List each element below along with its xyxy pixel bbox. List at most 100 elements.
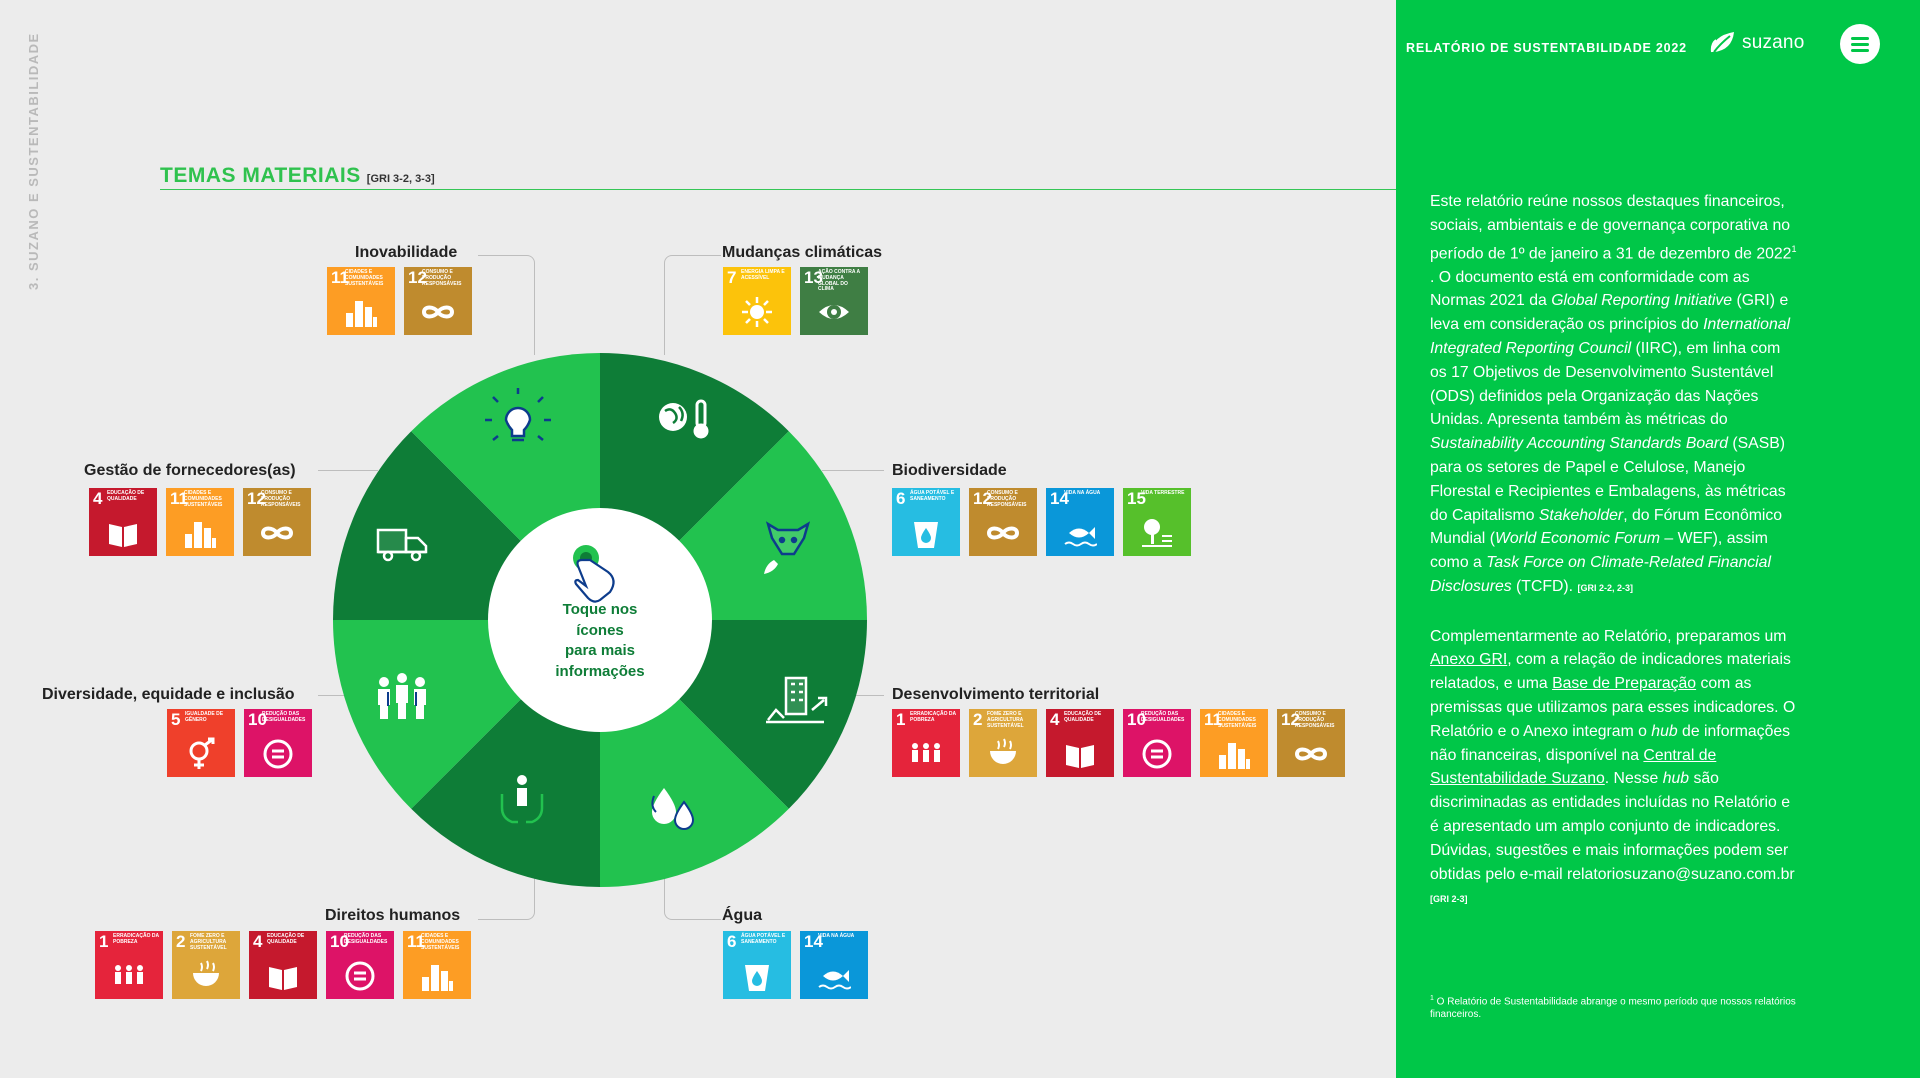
ods-11-icon — [346, 301, 377, 327]
ods-label: ERRADICAÇÃO DA POBREZA — [910, 711, 956, 723]
logo-wordmark: suzano — [1742, 32, 1805, 53]
ods-label: REDUÇÃO DAS DESIGUALDADES — [344, 933, 388, 945]
ods-number: 4 — [1050, 710, 1060, 729]
ods-label: CIDADES E COMUNIDADES SUSTENTÁVEIS — [421, 933, 460, 951]
ods-14-icon — [818, 970, 851, 990]
ods-1-icon — [115, 965, 143, 984]
ods-label: REDUÇÃO DAS DESIGUALDADES — [1141, 711, 1185, 723]
ods-4-icon — [269, 967, 297, 990]
ods-label: VIDA NA ÁGUA — [818, 933, 855, 939]
ods-row-mudancas: 7 ENERGIA LIMPA E ACESSÍVEL 13 AÇÃO CONTRA… — [723, 267, 868, 335]
ods-tile-4[interactable]: 4 EDUCAÇÃO DE QUALIDADE — [249, 931, 317, 999]
ods-14-icon — [1064, 527, 1097, 547]
theme-title-diversidade: Diversidade, equidade e inclusão — [42, 686, 295, 703]
ods-12-icon — [1294, 747, 1328, 761]
ods-12-icon — [421, 305, 455, 319]
ods-label: EDUCAÇÃO DE QUALIDADE — [107, 490, 145, 502]
ods-6-icon — [745, 965, 769, 991]
ods-row-territorial: 1 ERRADICAÇÃO DA POBREZA 2 FOME ZERO E AGR… — [892, 709, 1345, 777]
ods-12-icon — [260, 526, 294, 540]
ods-4-icon — [109, 524, 137, 547]
ods-label: ERRADICAÇÃO DA POBREZA — [113, 933, 159, 945]
ods-label: CONSUMO E PRODUÇÃO RESPONSÁVEIS — [261, 490, 301, 508]
ods-tile-11[interactable]: 11 CIDADES E COMUNIDADES SUSTENTÁVEIS — [403, 931, 471, 999]
ods-number: 1 — [99, 932, 109, 951]
footnote: 1 O Relatório de Sustentabilidade abrang… — [1430, 995, 1796, 1020]
ods-tile-13[interactable]: 13 AÇÃO CONTRA A MUDANÇA GLOBAL DO CLIMA — [800, 267, 868, 335]
theme-title-biodiversidade: Biodiversidade — [892, 462, 1007, 479]
ods-4-icon — [1066, 745, 1094, 768]
ods-10-icon — [1142, 739, 1172, 769]
ods-tile-4[interactable]: 4 EDUCAÇÃO DE QUALIDADE — [89, 488, 157, 556]
ods-tile-14[interactable]: 14 VIDA NA ÁGUA — [1046, 488, 1114, 556]
ods-label: ÁGUA POTÁVEL E SANEAMENTO — [741, 933, 786, 945]
connector-mudancas — [664, 255, 721, 355]
ods-row-fornecedores: 4 EDUCAÇÃO DE QUALIDADE 11 CIDADES E COMUN… — [89, 488, 311, 556]
ods-5-icon — [189, 737, 215, 769]
ods-tile-12[interactable]: 12 CONSUMO E PRODUÇÃO RESPONSÁVEIS — [969, 488, 1037, 556]
ods-label: REDUÇÃO DAS DESIGUALDADES — [262, 711, 306, 723]
ods-row-biodiversidade: 6 ÁGUA POTÁVEL E SANEAMENTO 12 CONSUMO E P… — [892, 488, 1191, 556]
ods-2-icon — [990, 738, 1016, 764]
ods-6-icon — [914, 522, 938, 548]
ods-row-direitos: 1 ERRADICAÇÃO DA POBREZA 2 FOME ZERO E AGR… — [95, 931, 471, 999]
ods-tile-11[interactable]: 11 CIDADES E COMUNIDADES SUSTENTÁVEIS — [166, 488, 234, 556]
ods-10-icon — [345, 961, 375, 991]
ods-number: 2 — [973, 710, 983, 729]
ods-label: CIDADES E COMUNIDADES SUSTENTÁVEIS — [184, 490, 223, 508]
theme-title-mudancas: Mudanças climáticas — [722, 244, 883, 261]
ods-tile-10[interactable]: 10 REDUÇÃO DAS DESIGUALDADES — [1123, 709, 1191, 777]
ods-number: 1 — [896, 710, 906, 729]
ods-tile-12[interactable]: 12 CONSUMO E PRODUÇÃO RESPONSÁVEIS — [243, 488, 311, 556]
ods-tile-2[interactable]: 2 FOME ZERO E AGRICULTURA SUSTENTÁVEL — [172, 931, 240, 999]
ods-tile-1[interactable]: 1 ERRADICAÇÃO DA POBREZA — [892, 709, 960, 777]
ods-tile-12[interactable]: 12 CONSUMO E PRODUÇÃO RESPONSÁVEIS — [1277, 709, 1345, 777]
ods-11-icon — [1219, 743, 1250, 769]
ods-number: 2 — [176, 932, 186, 951]
menu-button[interactable] — [1840, 24, 1880, 64]
ods-tile-12[interactable]: 12 CONSUMO E PRODUÇÃO RESPONSÁVEIS — [404, 267, 472, 335]
ods-tile-10[interactable]: 10 REDUÇÃO DAS DESIGUALDADES — [326, 931, 394, 999]
ods-tile-5[interactable]: 5 IGUALDADE DE GÊNERO — [167, 709, 235, 777]
ods-tile-2[interactable]: 2 FOME ZERO E AGRICULTURA SUSTENTÁVEL — [969, 709, 1037, 777]
ods-7-icon — [742, 297, 772, 327]
ods-label: EDUCAÇÃO DE QUALIDADE — [1064, 711, 1102, 723]
ods-tile-10[interactable]: 10 REDUÇÃO DAS DESIGUALDADES — [244, 709, 312, 777]
ods-number: 4 — [93, 489, 103, 508]
ods-tile-11[interactable]: 11 CIDADES E COMUNIDADES SUSTENTÁVEIS — [327, 267, 395, 335]
ods-tile-1[interactable]: 1 ERRADICAÇÃO DA POBREZA — [95, 931, 163, 999]
ods-label: CONSUMO E PRODUÇÃO RESPONSÁVEIS — [987, 490, 1027, 508]
ods-label: ÁGUA POTÁVEL E SANEAMENTO — [910, 490, 955, 502]
gri-ref: [GRI 3-2, 3-3] — [366, 173, 435, 185]
ods-10-icon — [263, 739, 293, 769]
theme-title-direitos: Direitos humanos — [325, 907, 461, 924]
ods-label: CIDADES E COMUNIDADES SUSTENTÁVEIS — [1218, 711, 1257, 729]
report-info-panel: RELATÓRIO DE SUSTENTABILIDADE 2022 suzan… — [1396, 0, 1920, 1078]
ods-label: VIDA TERRESTRE — [1141, 490, 1185, 496]
ods-11-icon — [422, 965, 453, 991]
ods-number: 7 — [727, 268, 737, 287]
ods-label: VIDA NA ÁGUA — [1064, 490, 1101, 496]
ods-tile-11[interactable]: 11 CIDADES E COMUNIDADES SUSTENTÁVEIS — [1200, 709, 1268, 777]
ods-row-agua: 6 ÁGUA POTÁVEL E SANEAMENTO 14 VIDA NA ÁGU… — [723, 931, 868, 999]
ods-label: CIDADES E COMUNIDADES SUSTENTÁVEIS — [345, 269, 384, 287]
connector-inovabilidade — [478, 255, 535, 355]
ods-number: 6 — [727, 932, 737, 951]
suzano-logo[interactable]: suzano — [1710, 30, 1804, 56]
ods-label: ENERGIA LIMPA E ACESSÍVEL — [741, 269, 785, 281]
ods-tile-6[interactable]: 6 ÁGUA POTÁVEL E SANEAMENTO — [723, 931, 791, 999]
ods-label: IGUALDADE DE GÊNERO — [185, 711, 224, 723]
section-title: TEMAS MATERIAIS [GRI 3-2, 3-3] — [160, 164, 435, 187]
ods-row-diversidade: 5 IGUALDADE DE GÊNERO 10 REDUÇÃO DAS DESIG… — [167, 709, 312, 777]
ods-tile-15[interactable]: 15 VIDA TERRESTRE — [1123, 488, 1191, 556]
link-base-preparacao[interactable]: Base de Preparação — [1552, 675, 1696, 692]
ods-tile-6[interactable]: 6 ÁGUA POTÁVEL E SANEAMENTO — [892, 488, 960, 556]
ods-11-icon — [185, 522, 216, 548]
theme-title-territorial: Desenvolvimento territorial — [892, 686, 1100, 703]
link-anexo-gri[interactable]: Anexo GRI — [1430, 651, 1507, 668]
ods-tile-7[interactable]: 7 ENERGIA LIMPA E ACESSÍVEL — [723, 267, 791, 335]
ods-tile-4[interactable]: 4 EDUCAÇÃO DE QUALIDADE — [1046, 709, 1114, 777]
ods-tile-14[interactable]: 14 VIDA NA ÁGUA — [800, 931, 868, 999]
ods-label: EDUCAÇÃO DE QUALIDADE — [267, 933, 305, 945]
ods-label: FOME ZERO E AGRICULTURA SUSTENTÁVEL — [987, 711, 1024, 729]
